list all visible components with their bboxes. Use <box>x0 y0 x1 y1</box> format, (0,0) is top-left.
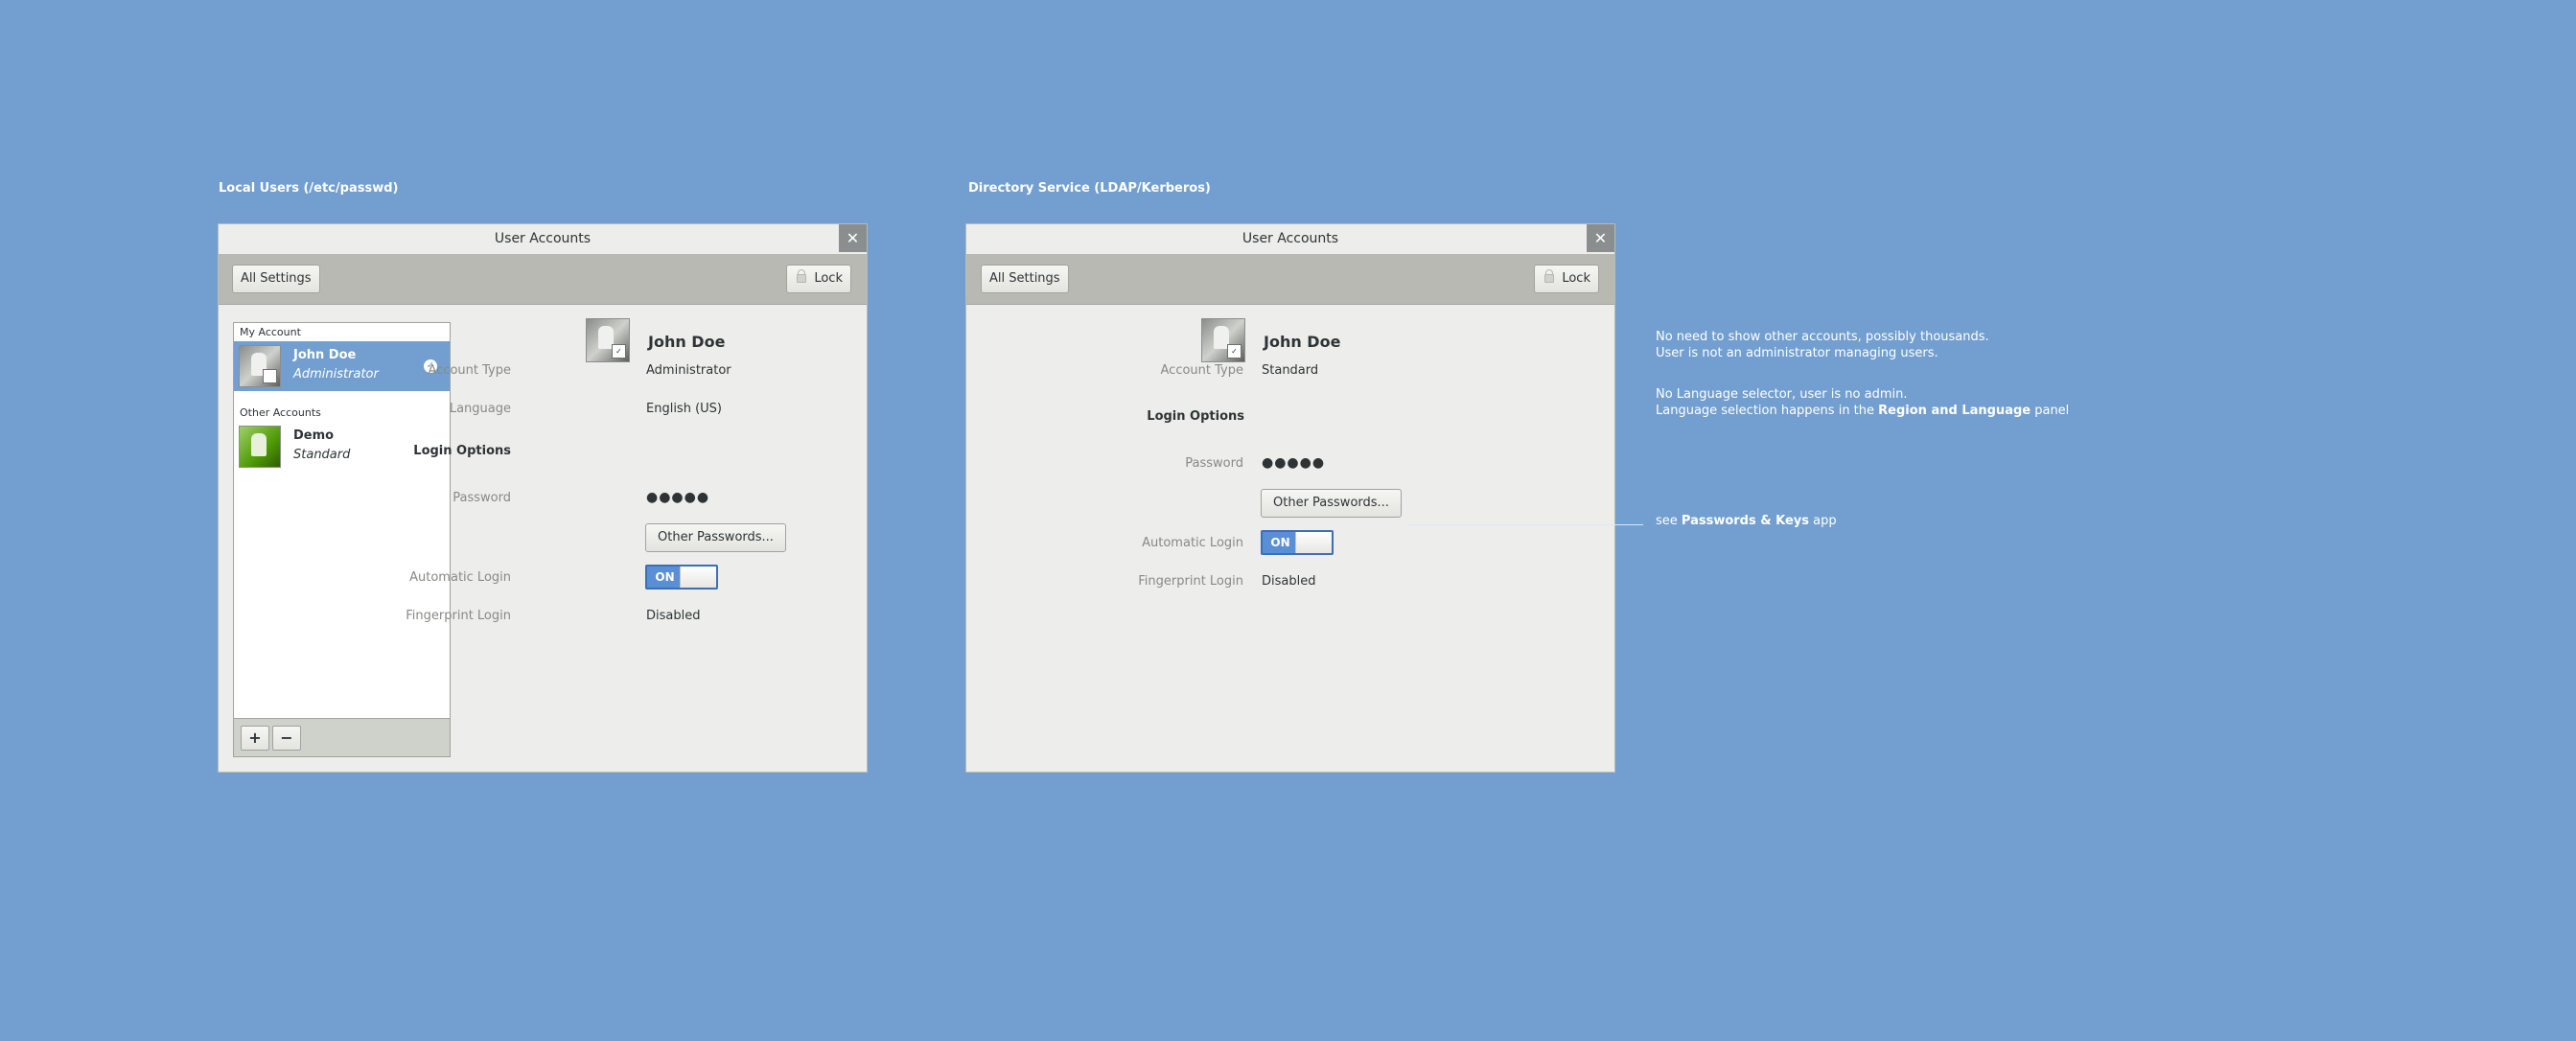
language-label: Language <box>449 402 511 416</box>
checkmark-badge-icon: ✓ <box>612 344 626 359</box>
note-accounts: No need to show other accounts, possibly… <box>1656 329 1989 361</box>
automatic-login-switch[interactable]: ON <box>1261 530 1334 555</box>
lock-icon <box>1544 269 1555 283</box>
local-users-title: Local Users (/etc/passwd) <box>219 181 399 196</box>
list-user-role: Standard <box>293 448 351 462</box>
user-name[interactable]: John Doe <box>1264 333 1340 351</box>
list-toolbar: + − <box>234 718 450 756</box>
avatar: ✓ <box>239 345 281 387</box>
note-accounts-line2: User is not an administrator managing us… <box>1656 346 1938 360</box>
user-name[interactable]: John Doe <box>648 333 725 351</box>
lock-label: Lock <box>814 271 843 286</box>
note-leader-line <box>1407 524 1643 525</box>
all-settings-button[interactable]: All Settings <box>981 265 1069 293</box>
checkmark-badge-icon: ✓ <box>263 369 277 383</box>
fingerprint-login-value[interactable]: Disabled <box>646 609 700 623</box>
close-icon[interactable]: ✕ <box>839 224 867 252</box>
note-passwords: see Passwords & Keys app <box>1656 514 1837 528</box>
panel-content: ✓ John Doe Account Type Standard Login O… <box>966 305 1614 772</box>
user-accounts-window-directory: User Accounts ✕ All Settings Lock ✓ John… <box>965 223 1615 773</box>
note-language-line1: No Language selector, user is no admin. <box>1656 387 1908 402</box>
account-type-value: Standard <box>1262 363 1319 378</box>
fingerprint-login-value: Disabled <box>1262 574 1316 589</box>
note-language-line2: Language selection happens in the Region… <box>1656 404 2070 418</box>
titlebar: User Accounts ✕ <box>966 224 1614 255</box>
lock-label: Lock <box>1562 271 1590 286</box>
switch-on-label: ON <box>647 567 683 588</box>
other-accounts-header: Other Accounts <box>240 406 321 419</box>
avatar <box>239 426 281 468</box>
all-settings-button[interactable]: All Settings <box>232 265 320 293</box>
password-label: Password <box>453 491 511 505</box>
fingerprint-login-label: Fingerprint Login <box>406 609 511 623</box>
lock-button[interactable]: Lock <box>786 265 851 293</box>
remove-user-button[interactable]: − <box>272 726 301 751</box>
user-list: My Account ✓ John Doe Administrator ✓ Ot… <box>233 322 451 757</box>
user-avatar-button[interactable]: ✓ <box>1201 318 1245 362</box>
lock-button[interactable]: Lock <box>1534 265 1599 293</box>
note-accounts-line1: No need to show other accounts, possibly… <box>1656 330 1989 344</box>
my-account-header: My Account <box>240 326 301 338</box>
list-user-name: Demo <box>293 428 335 443</box>
window-title: User Accounts <box>494 231 592 246</box>
automatic-login-label: Automatic Login <box>1142 536 1243 550</box>
checkmark-badge-icon: ✓ <box>1227 344 1242 359</box>
list-user-role: Administrator <box>293 367 379 382</box>
language-value[interactable]: English (US) <box>646 402 722 416</box>
password-value[interactable]: ●●●●● <box>1262 455 1325 471</box>
password-value[interactable]: ●●●●● <box>646 490 709 505</box>
other-passwords-button[interactable]: Other Passwords... <box>1261 489 1402 518</box>
automatic-login-switch[interactable]: ON <box>645 565 718 590</box>
automatic-login-label: Automatic Login <box>409 570 511 585</box>
titlebar: User Accounts ✕ <box>219 224 867 255</box>
user-accounts-window-local: User Accounts ✕ All Settings Lock My Acc… <box>218 223 868 773</box>
other-passwords-button[interactable]: Other Passwords... <box>645 523 786 552</box>
account-type-label: Account Type <box>1160 363 1243 378</box>
add-user-button[interactable]: + <box>241 726 269 751</box>
window-title: User Accounts <box>1242 231 1339 246</box>
list-user-name: John Doe <box>293 348 357 362</box>
user-avatar-button[interactable]: ✓ <box>586 318 630 362</box>
list-item-john-doe[interactable]: ✓ John Doe Administrator ✓ <box>234 341 450 391</box>
note-language: No Language selector, user is no admin. … <box>1656 386 2069 419</box>
login-options-heading: Login Options <box>1147 409 1244 424</box>
account-type-label: Account Type <box>428 363 511 378</box>
lock-icon <box>797 269 807 283</box>
switch-knob <box>680 567 716 588</box>
toolbar: All Settings Lock <box>219 254 867 305</box>
fingerprint-login-label: Fingerprint Login <box>1138 574 1243 589</box>
login-options-heading: Login Options <box>413 444 511 458</box>
switch-knob <box>1295 532 1332 553</box>
password-label: Password <box>1185 456 1243 471</box>
account-type-value[interactable]: Administrator <box>646 363 731 378</box>
toolbar: All Settings Lock <box>966 254 1614 305</box>
directory-service-title: Directory Service (LDAP/Kerberos) <box>968 181 1211 196</box>
panel-content: My Account ✓ John Doe Administrator ✓ Ot… <box>219 305 867 772</box>
switch-on-label: ON <box>1263 532 1298 553</box>
close-icon[interactable]: ✕ <box>1587 224 1614 252</box>
